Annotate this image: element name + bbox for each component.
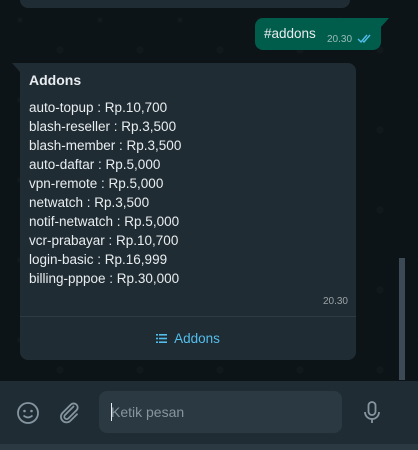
list-item: blash-reseller : Rp.3,500 [29, 119, 177, 134]
outgoing-message-bubble: #addons 20.30 [255, 18, 381, 50]
read-double-check-icon [357, 31, 373, 49]
list-item: vpn-remote : Rp.5,000 [29, 176, 164, 191]
message-title: Addons [29, 72, 82, 88]
incoming-message-bubble: Addons auto-topup : Rp.10,700 blash-rese… [20, 63, 356, 360]
chat-scrollbar[interactable] [399, 258, 405, 380]
incoming-message-time: 20.30 [322, 296, 348, 307]
addons-list-button[interactable]: Addons [20, 317, 356, 360]
paperclip-icon[interactable] [57, 400, 81, 429]
previous-message-bubble [20, 0, 350, 8]
message-input-box[interactable] [99, 391, 342, 433]
list-item: auto-daftar : Rp.5,000 [29, 157, 161, 172]
outgoing-message-text: #addons [264, 26, 316, 41]
outgoing-message-time: 20.30 [327, 34, 353, 45]
message-input[interactable] [111, 391, 331, 433]
outgoing-bubble-tail [381, 18, 389, 27]
message-composer [0, 381, 418, 444]
microphone-icon[interactable] [360, 400, 384, 431]
list-item: vcr-prabayar : Rp.10,700 [29, 233, 179, 248]
list-item: auto-topup : Rp.10,700 [29, 100, 168, 115]
incoming-bubble-tail [12, 63, 20, 72]
addons-list-button-label: Addons [174, 331, 220, 346]
emoji-icon[interactable] [16, 401, 40, 430]
list-item: blash-member : Rp.3,500 [29, 138, 182, 153]
bottom-border [0, 444, 418, 450]
list-item: notif-netwatch : Rp.5,000 [29, 214, 180, 229]
list-item: netwatch : Rp.3,500 [29, 195, 150, 210]
list-item: billing-pppoe : Rp.30,000 [29, 271, 180, 286]
list-icon [156, 331, 168, 346]
addon-price-list: auto-topup : Rp.10,700 blash-reseller : … [29, 98, 181, 288]
list-item: login-basic : Rp.16,999 [29, 252, 168, 267]
